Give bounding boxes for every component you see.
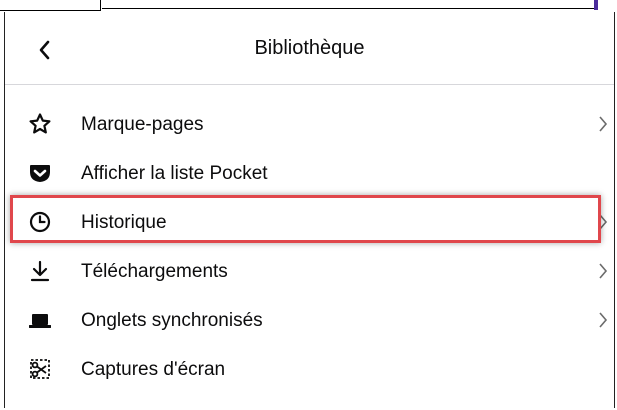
chevron-right-icon	[596, 212, 610, 232]
menu-item-label: Téléchargements	[81, 260, 228, 282]
screenshot-icon	[28, 357, 52, 381]
top-strip-accent	[594, 0, 598, 10]
chevron-left-icon	[39, 40, 50, 60]
library-panel: Bibliothèque Marque-pages Afficher la li…	[4, 12, 615, 408]
chevron-right-icon	[596, 114, 610, 134]
menu-item-label: Marque-pages	[81, 113, 204, 135]
panel-title: Bibliothèque	[254, 36, 365, 59]
menu-item-pocket[interactable]: Afficher la liste Pocket	[5, 149, 614, 198]
menu-item-label: Afficher la liste Pocket	[81, 162, 268, 184]
download-icon	[28, 259, 52, 283]
chevron-right-icon	[596, 310, 610, 330]
library-menu: Marque-pages Afficher la liste Pocket Hi…	[5, 100, 614, 394]
screenshot-frame: Bibliothèque Marque-pages Afficher la li…	[0, 0, 617, 410]
pocket-icon	[28, 161, 52, 185]
star-icon	[28, 112, 52, 136]
top-strip	[0, 0, 617, 12]
menu-item-label: Onglets synchronisés	[81, 309, 263, 331]
menu-item-screenshots[interactable]: Captures d'écran	[5, 345, 614, 394]
synced-tabs-icon	[28, 308, 52, 332]
menu-item-downloads[interactable]: Téléchargements	[5, 247, 614, 296]
chevron-right-icon	[596, 261, 610, 281]
menu-item-label: Captures d'écran	[81, 358, 226, 380]
clock-icon	[28, 210, 52, 234]
back-button[interactable]	[27, 32, 63, 68]
menu-item-history[interactable]: Historique	[5, 198, 614, 247]
menu-item-bookmarks[interactable]: Marque-pages	[5, 100, 614, 149]
panel-header: Bibliothèque	[5, 12, 614, 85]
menu-item-synced-tabs[interactable]: Onglets synchronisés	[5, 296, 614, 345]
menu-item-label: Historique	[81, 211, 167, 233]
top-strip-cell	[0, 0, 101, 11]
